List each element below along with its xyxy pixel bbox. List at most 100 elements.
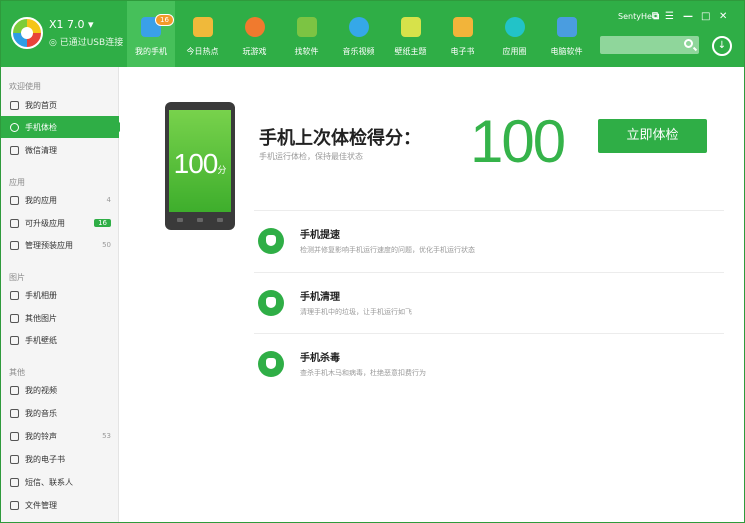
sidebar-section-title: 图片	[9, 273, 25, 282]
top-bar: X1 7.0 ▾ ◎ 已通过USB连接 16 我的手机 今日热点 玩游戏 找软件	[1, 1, 744, 67]
count-badge: 53	[102, 432, 111, 440]
main-panel: 100分 手机上次体检得分： 手机运行体检，保持最佳状态 100 立即体检 手机…	[120, 67, 744, 522]
nav-my-phone[interactable]: 16 我的手机	[127, 1, 175, 67]
nav-label: 音乐视频	[342, 47, 375, 56]
app-version-dropdown[interactable]: X1 7.0 ▾	[49, 18, 94, 31]
windows-icon	[556, 17, 577, 37]
shield-icon	[258, 351, 284, 377]
contacts-icon	[10, 477, 19, 487]
sidebar-item-phone-album[interactable]: 手机相册	[1, 284, 119, 306]
nav-find-software[interactable]: 找软件	[287, 1, 326, 67]
home-icon	[10, 100, 19, 110]
android-icon	[296, 17, 317, 37]
sidebar-item-label: 手机壁纸	[25, 335, 57, 345]
sidebar-item-phone-check[interactable]: 手机体检	[1, 116, 125, 138]
video-icon	[10, 385, 19, 395]
search-input[interactable]	[600, 36, 699, 54]
nav-games[interactable]: 玩游戏	[235, 1, 274, 67]
app-logo-icon	[11, 17, 43, 49]
check-now-button[interactable]: 立即体检	[598, 119, 707, 153]
nav-wallpaper-theme[interactable]: 壁纸主题	[391, 1, 430, 67]
main-nav: 16 我的手机 今日热点 玩游戏 找软件 音乐视频 壁纸主题 电子书 应用圈 电…	[127, 1, 599, 67]
sidebar-item-label: 短信、联系人	[25, 477, 73, 487]
nav-label: 应用圈	[502, 47, 527, 56]
count-badge: 16	[94, 219, 111, 227]
sidebar-item-my-music[interactable]: 我的音乐	[1, 402, 119, 424]
sidebar-item-label: 手机相册	[25, 290, 57, 300]
sidebar-item-my-ebooks[interactable]: 我的电子书	[1, 448, 119, 470]
wechat-icon	[10, 145, 19, 155]
sidebar-item-my-apps[interactable]: 我的应用 4	[1, 189, 119, 211]
sidebar-item-label: 可升级应用	[25, 218, 65, 228]
nav-music-video[interactable]: 音乐视频	[339, 1, 378, 67]
sidebar-item-label: 我的首页	[25, 100, 57, 110]
image-icon	[10, 313, 19, 323]
sidebar-item-label: 文件管理	[25, 500, 57, 510]
feature-title: 手机杀毒	[300, 353, 340, 364]
book-icon	[452, 17, 473, 37]
sidebar-item-file-manager[interactable]: 文件管理	[1, 494, 119, 516]
phone-screen: 100分	[169, 110, 231, 212]
nav-today-hot[interactable]: 今日热点	[183, 1, 222, 67]
user-name[interactable]: SentyHe	[618, 12, 652, 21]
minimize-icon[interactable]: —	[683, 11, 693, 23]
rocket-icon	[258, 228, 284, 254]
download-icon[interactable]: ↓	[712, 36, 732, 56]
sidebar-item-label: 微信清理	[25, 145, 57, 155]
circle-icon	[504, 17, 525, 37]
sidebar-item-other-images[interactable]: 其他图片	[1, 307, 119, 329]
sidebar: 欢迎使用 我的首页 手机体检 微信清理 应用 我的应用 4 可升级应用 16 管…	[1, 67, 125, 522]
search-icon[interactable]	[684, 39, 693, 48]
sidebar-item-label: 我的音乐	[25, 408, 57, 418]
feature-desc: 清理手机中的垃圾，让手机运行如飞	[300, 308, 412, 316]
wallpaper-icon	[10, 335, 19, 345]
maximize-icon[interactable]: □	[701, 11, 710, 23]
nav-label: 玩游戏	[242, 47, 267, 56]
sidebar-item-upgradable-apps[interactable]: 可升级应用 16	[1, 212, 119, 234]
nav-app-circle[interactable]: 应用圈	[495, 1, 534, 67]
feature-speedup[interactable]: 手机提速 检测并修复影响手机运行速度的问题，优化手机运行状态	[254, 210, 724, 270]
sidebar-item-my-videos[interactable]: 我的视频	[1, 379, 119, 401]
sidebar-section-title: 应用	[9, 178, 25, 187]
feature-antivirus[interactable]: 手机杀毒 查杀手机木马和病毒，杜绝恶意扣费行为	[254, 333, 724, 393]
play-icon	[348, 17, 369, 37]
sidebar-item-label: 管理预装应用	[25, 240, 73, 250]
menu-icon[interactable]: ☰	[665, 11, 674, 23]
big-score: 100	[470, 108, 566, 175]
sidebar-item-label: 我的电子书	[25, 454, 65, 464]
upgrade-icon	[10, 218, 19, 228]
nav-label: 今日热点	[186, 47, 219, 56]
close-icon[interactable]: ✕	[719, 11, 727, 23]
feature-desc: 检测并修复影响手机运行速度的问题，优化手机运行状态	[300, 246, 475, 254]
sidebar-item-phone-wallpaper[interactable]: 手机壁纸	[1, 329, 119, 351]
nav-label: 找软件	[294, 47, 319, 56]
sidebar-item-preinstalled-apps[interactable]: 管理预装应用 50	[1, 234, 119, 256]
nav-label: 壁纸主题	[394, 47, 427, 56]
nav-badge: 16	[155, 14, 174, 26]
sidebar-item-my-ringtones[interactable]: 我的铃声 53	[1, 425, 119, 447]
nav-ebook[interactable]: 电子书	[443, 1, 482, 67]
sidebar-item-sms-contacts[interactable]: 短信、联系人	[1, 471, 119, 493]
nav-pc-software[interactable]: 电脑软件	[547, 1, 586, 67]
sidebar-item-label: 其他图片	[25, 313, 57, 323]
camera-icon	[10, 290, 19, 300]
nav-label: 电脑软件	[550, 47, 583, 56]
broom-icon	[258, 290, 284, 316]
feature-clean[interactable]: 手机清理 清理手机中的垃圾，让手机运行如飞	[254, 272, 724, 332]
score-subtitle: 手机运行体检，保持最佳状态	[259, 152, 363, 161]
nav-label: 我的手机	[135, 47, 167, 56]
skin-icon[interactable]: ⧉	[652, 11, 659, 23]
sidebar-item-label: 我的应用	[25, 195, 57, 205]
preinstall-icon	[10, 240, 19, 250]
phone-illustration: 100分	[165, 102, 235, 230]
sidebar-item-home[interactable]: 我的首页	[1, 94, 119, 116]
sidebar-item-label: 我的铃声	[25, 431, 57, 441]
sidebar-item-label: 我的视频	[25, 385, 57, 395]
sidebar-item-label: 手机体检	[25, 122, 57, 132]
sidebar-item-wechat-clean[interactable]: 微信清理	[1, 139, 119, 161]
connection-status: ◎ 已通过USB连接	[49, 38, 124, 48]
score-title: 手机上次体检得分：	[259, 128, 421, 149]
music-icon	[10, 408, 19, 418]
nav-label: 电子书	[450, 47, 475, 56]
feature-title: 手机清理	[300, 292, 340, 303]
